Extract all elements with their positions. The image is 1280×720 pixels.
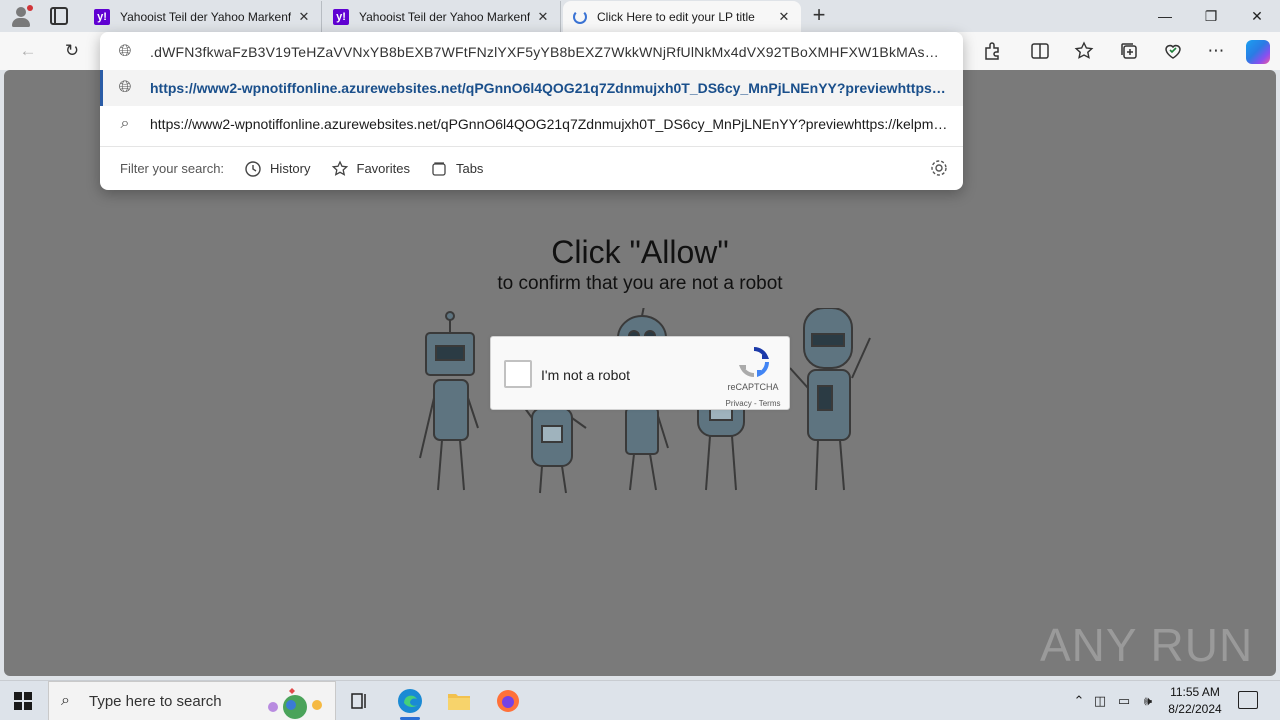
new-tab-button[interactable]: + [808,4,830,26]
filter-tabs-label: Tabs [455,161,484,176]
tab-title: Yahooist Teil der Yahoo Markenfamilie [359,9,530,24]
volume-icon[interactable]: 🕪︎ [1136,693,1160,709]
recaptcha-links[interactable]: Privacy - Terms [711,399,795,408]
windows-start-icon[interactable] [14,692,32,710]
filter-tabs[interactable]: Tabs [430,160,483,178]
clock-date: 8/22/2024 [1168,702,1222,716]
history-icon [245,160,261,177]
filter-history-label: History [270,161,311,176]
restore-button[interactable]: ❐ [1188,0,1234,32]
suggestion-row-selected[interactable]: 🌐︎ https://www2-wpnotiffonline.azurewebs… [100,70,963,106]
more-options-icon[interactable]: ⋯ [1205,40,1227,62]
page-heading: Click "Allow" [551,234,729,270]
suggestion-text: https://www2-wpnotiffonline.azurewebsite… [150,116,948,132]
address-input-row[interactable]: 🌐︎ .dWFN3fkwaFzB3V19TeHZaVVNxYB8bEXB7WFt… [100,34,963,70]
clock[interactable]: 11:55 AM 8/22/2024 [1160,684,1230,718]
tab-yahoo-2[interactable]: y! Yahooist Teil der Yahoo Markenfamilie… [323,1,561,32]
filter-bar: Filter your search: History Favorites Ta… [100,147,963,190]
network-icon[interactable]: ▭ [1112,693,1136,709]
tab-yahoo-1[interactable]: y! Yahooist Teil der Yahoo Markenfamilie… [84,1,322,32]
profile-icon[interactable] [10,5,33,27]
tabs-icon [432,161,446,176]
meet-icon[interactable]: ◫ [1088,693,1112,709]
tab-active[interactable]: Click Here to edit your LP title ✕ [563,1,801,32]
address-suggestions: 🌐︎ .dWFN3fkwaFzB3V19TeHZaVVNxYB8bEXB7WFt… [100,32,963,190]
loading-icon [573,9,587,24]
notification-icon[interactable] [1238,691,1258,709]
search-icon: ⌕ [61,692,70,709]
suggestion-text: https://www2-wpnotiffonline.azurewebsite… [150,80,948,96]
back-icon[interactable]: ← [17,40,39,62]
tab-title: Click Here to edit your LP title [597,9,755,24]
page-subheading: to confirm that you are not a robot [497,273,783,294]
taskbar-search[interactable]: ⌕ Type here to search [48,681,336,720]
search-highlight-icon [268,688,322,719]
globe-icon: 🌐︎ [118,43,132,60]
filter-history[interactable]: History [244,160,311,178]
refresh-icon[interactable]: ↻ [61,40,83,62]
star-icon [331,159,348,176]
search-icon: ⌕ [120,115,130,132]
taskbar-search-placeholder: Type here to search [89,692,222,710]
filter-label: Filter your search: [120,161,225,176]
yahoo-icon: y! [94,8,110,25]
recaptcha-brand: reCAPTCHA [727,382,779,392]
chevron-up-icon[interactable]: ⌃ [1070,693,1088,709]
suggestion-row-search[interactable]: ⌕ https://www2-wpnotiffonline.azurewebsi… [100,106,963,142]
close-icon[interactable]: ✕ [297,9,311,25]
recaptcha-widget: I'm not a robot reCAPTCHA Privacy - Term… [490,336,790,410]
browser-essentials-icon[interactable] [1162,40,1184,62]
clock-time: 11:55 AM [1170,685,1220,699]
tab-actions-icon[interactable] [50,7,68,25]
file-explorer-icon[interactable] [441,685,477,717]
yahoo-icon: y! [333,8,349,25]
firefox-icon[interactable] [490,685,526,717]
anyrun-watermark: ANY RUN [1040,610,1253,676]
system-tray: ⌃ ◫ ▭ 🕪︎ [1070,681,1160,720]
watermark-text: ANY RUN [1040,619,1254,671]
close-window-button[interactable]: ✕ [1234,0,1280,32]
task-view-icon[interactable] [342,685,378,717]
tab-title: Yahooist Teil der Yahoo Markenfamilie [120,9,291,24]
recaptcha-logo-icon [738,347,770,378]
edge-icon[interactable] [392,685,428,720]
recaptcha-checkbox[interactable] [504,360,532,388]
taskbar: ⌕ Type here to search ⌃ ◫ ▭ 🕪︎ 11:55 AM … [0,680,1280,720]
address-input[interactable]: .dWFN3fkwaFzB3V19TeHZaVVNxYB8bEXB7WFtFNz… [150,44,948,60]
filter-favorites-label: Favorites [356,161,410,176]
globe-icon: 🌐︎ [118,79,132,96]
extensions-icon[interactable] [981,40,1003,62]
gear-icon[interactable] [929,158,949,178]
tab-strip: y! Yahooist Teil der Yahoo Markenfamilie… [0,0,1280,32]
minimize-button[interactable]: — [1142,0,1188,32]
collections-icon[interactable] [1118,40,1140,62]
copilot-icon[interactable] [1246,40,1270,64]
close-icon[interactable]: ✕ [777,9,791,25]
recaptcha-label: I'm not a robot [541,367,631,383]
favorites-icon[interactable] [1073,40,1095,62]
close-icon[interactable]: ✕ [536,9,550,25]
split-screen-icon[interactable] [1029,40,1051,62]
filter-favorites[interactable]: Favorites [331,159,410,178]
